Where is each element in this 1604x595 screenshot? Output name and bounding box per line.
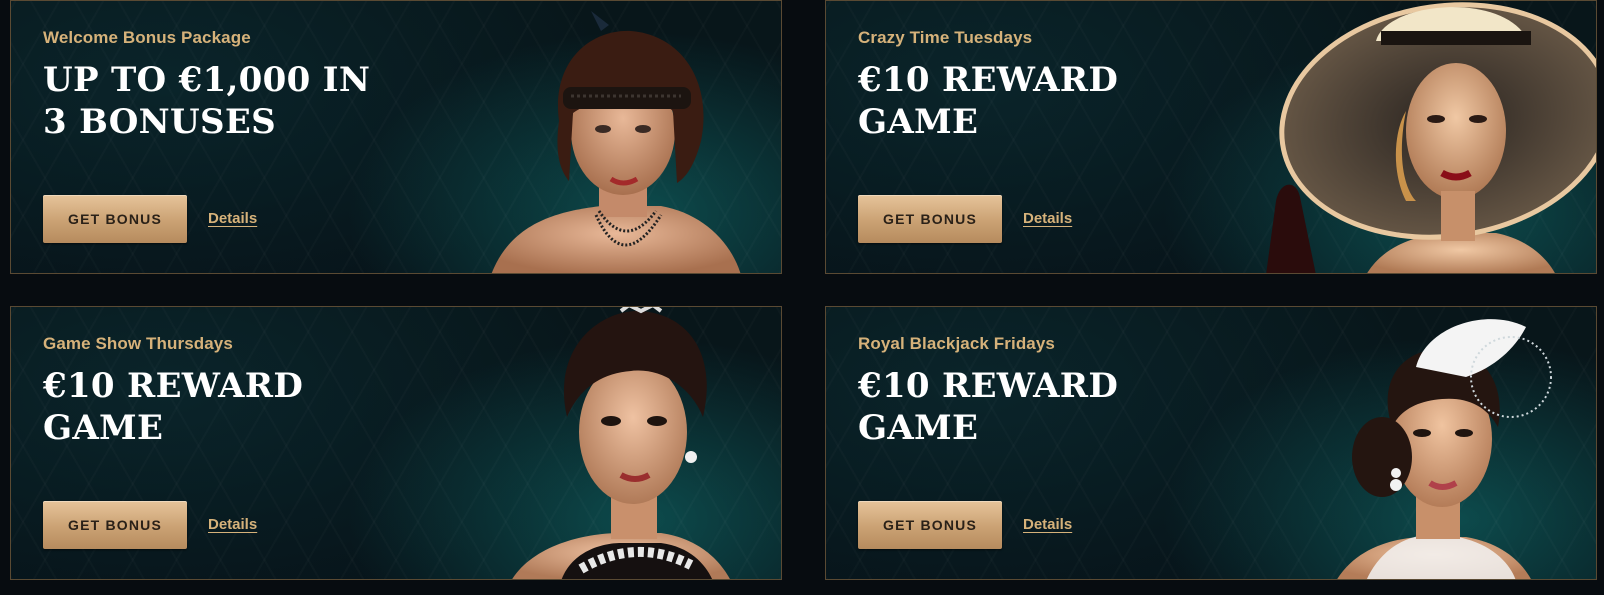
promo-card-content: Welcome Bonus Package UP TO €1,000 IN 3 … xyxy=(43,1,463,273)
get-bonus-button[interactable]: GET BONUS xyxy=(858,195,1002,243)
details-link[interactable]: Details xyxy=(208,210,257,227)
promotions-grid: Welcome Bonus Package UP TO €1,000 IN 3 … xyxy=(0,0,1604,595)
promo-headline-line1: €10 REWARD xyxy=(43,366,304,406)
promo-card-game-show: Game Show Thursdays €10 REWARD GAME GET … xyxy=(10,306,782,580)
promo-subtitle: Crazy Time Tuesdays xyxy=(858,28,1033,47)
promo-card-welcome: Welcome Bonus Package UP TO €1,000 IN 3 … xyxy=(10,0,782,274)
woman-updo-portrait xyxy=(512,307,730,579)
promo-card-content: Royal Blackjack Fridays €10 REWARD GAME … xyxy=(858,307,1278,579)
promo-headline: €10 REWARD GAME xyxy=(858,59,1278,143)
promo-headline-line1: UP TO €1,000 IN xyxy=(43,60,371,100)
get-bonus-button[interactable]: GET BONUS xyxy=(43,195,187,243)
promo-headline-line1: €10 REWARD xyxy=(858,366,1119,406)
promo-subtitle: Welcome Bonus Package xyxy=(43,28,251,47)
details-link[interactable]: Details xyxy=(1023,210,1072,227)
woman-wide-hat-portrait xyxy=(1266,2,1596,273)
woman-feather-hat-portrait xyxy=(1337,319,1552,579)
flapper-woman-portrait xyxy=(491,11,741,273)
promo-headline-line1: €10 REWARD xyxy=(858,60,1119,100)
promo-headline-line2: GAME xyxy=(858,102,979,142)
details-link[interactable]: Details xyxy=(1023,516,1072,533)
promo-headline: €10 REWARD GAME xyxy=(43,365,463,449)
promo-card-royal-blackjack: Royal Blackjack Fridays €10 REWARD GAME … xyxy=(825,306,1597,580)
get-bonus-button[interactable]: GET BONUS xyxy=(858,501,1002,549)
promo-subtitle: Royal Blackjack Fridays xyxy=(858,334,1055,353)
promo-headline-line2: GAME xyxy=(43,408,164,448)
promo-headline: €10 REWARD GAME xyxy=(858,365,1278,449)
promo-headline: UP TO €1,000 IN 3 BONUSES xyxy=(43,59,463,143)
promo-card-content: Game Show Thursdays €10 REWARD GAME GET … xyxy=(43,307,463,579)
promo-subtitle: Game Show Thursdays xyxy=(43,334,233,353)
promo-card-crazy-time: Crazy Time Tuesdays €10 REWARD GAME GET … xyxy=(825,0,1597,274)
promo-headline-line2: 3 BONUSES xyxy=(43,102,276,142)
details-link[interactable]: Details xyxy=(208,516,257,533)
get-bonus-button[interactable]: GET BONUS xyxy=(43,501,187,549)
promo-card-content: Crazy Time Tuesdays €10 REWARD GAME GET … xyxy=(858,1,1278,273)
promo-headline-line2: GAME xyxy=(858,408,979,448)
